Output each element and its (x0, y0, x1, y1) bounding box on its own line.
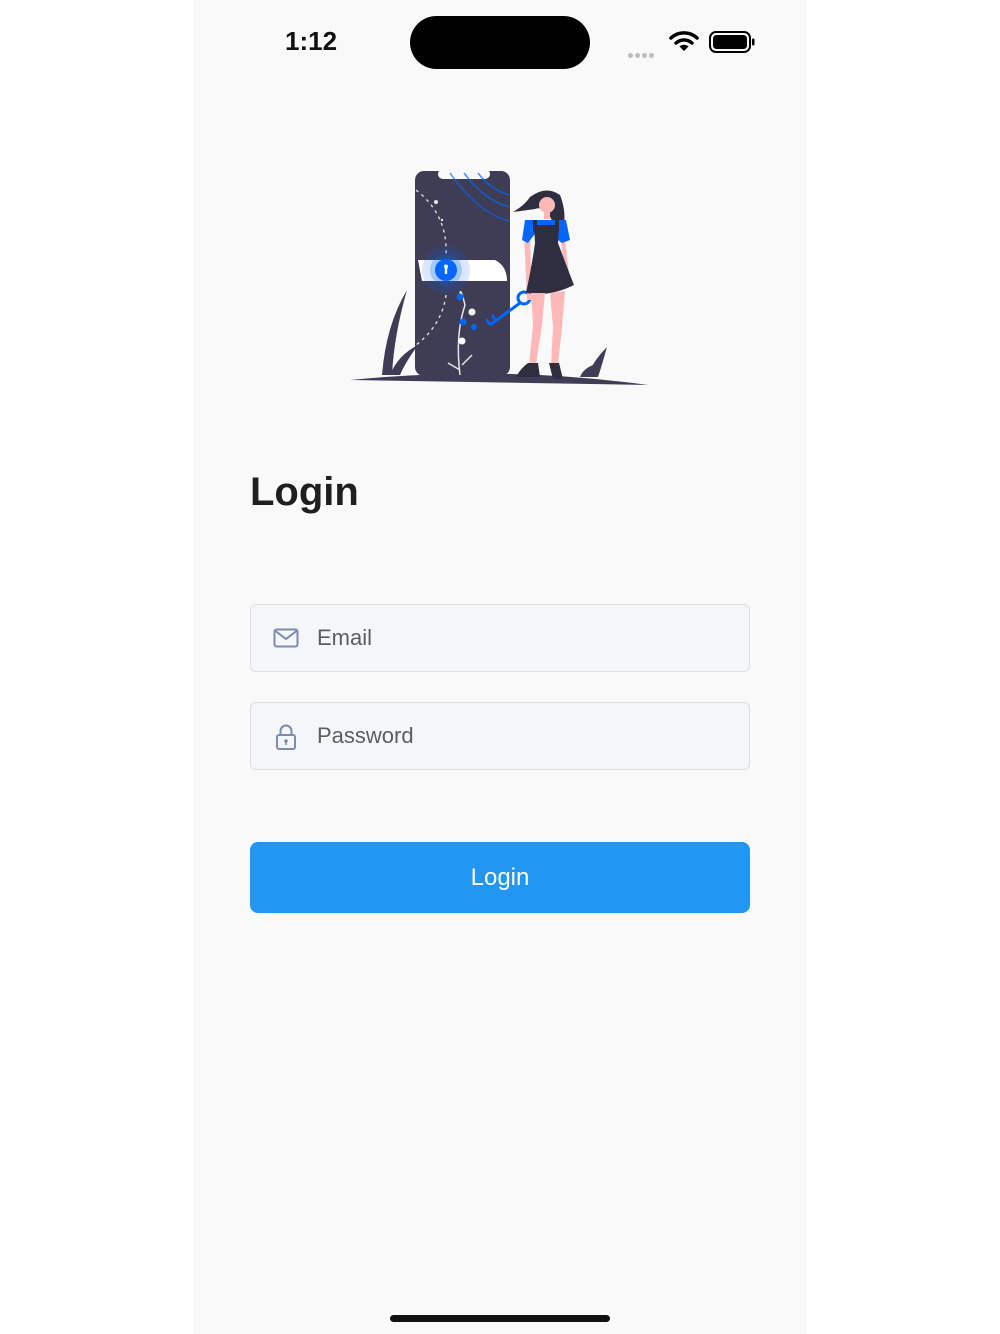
battery-icon (709, 31, 755, 53)
status-bar: 1:12 (193, 0, 807, 84)
status-time: 1:12 (285, 26, 338, 56)
phone-screen: 1:12 Login Email Login (193, 0, 807, 1334)
lock-icon (276, 724, 296, 750)
mail-icon (273, 628, 299, 648)
page-title: Login (250, 470, 359, 514)
login-button[interactable]: Login (250, 842, 750, 913)
dynamic-island (410, 16, 590, 69)
home-indicator[interactable] (390, 1315, 610, 1322)
email-field[interactable] (250, 604, 750, 672)
wifi-icon (669, 31, 699, 51)
cellular-signal-icon (628, 45, 656, 63)
email-input[interactable] (317, 605, 727, 671)
login-illustration (350, 169, 648, 385)
password-field[interactable] (250, 702, 750, 770)
password-input[interactable] (317, 703, 727, 769)
